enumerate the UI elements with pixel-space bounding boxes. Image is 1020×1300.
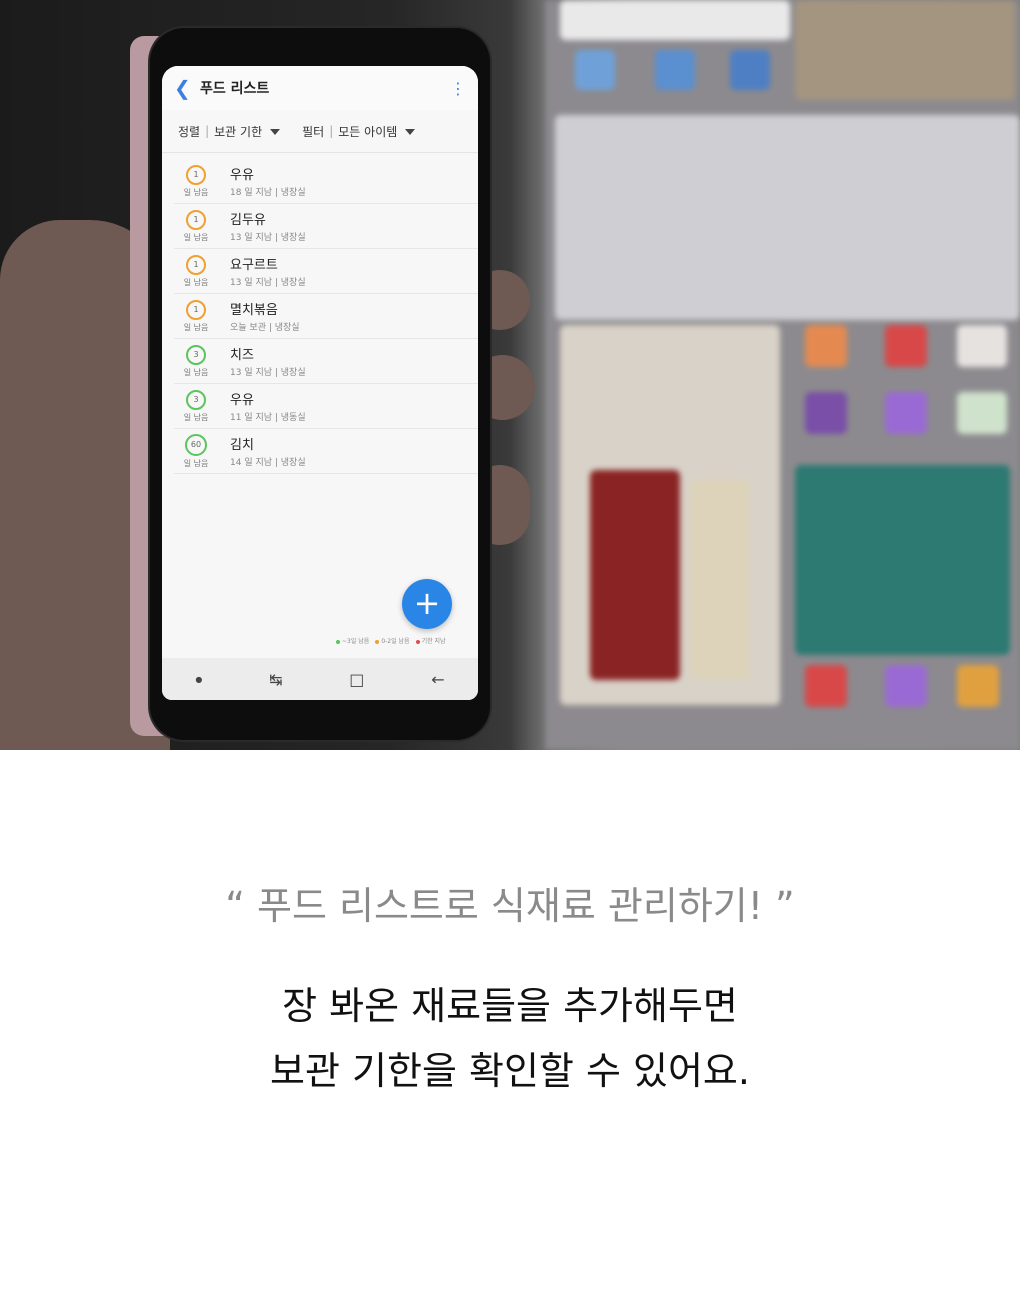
days-badge: 1 일 남음 [174, 209, 218, 243]
sort-label: 정렬 [178, 124, 201, 139]
item-info: 치즈 13 일 지남 | 냉장실 [230, 344, 306, 378]
legend: ~3일 남음 0-2일 남음 기한 지남 [330, 636, 446, 645]
item-info: 우유 11 일 지남 | 냉동실 [230, 389, 306, 423]
list-item[interactable]: 1 일 남음 요구르트 13 일 지남 | 냉장실 [174, 249, 478, 294]
item-name: 김치 [230, 438, 254, 453]
days-ring: 3 [186, 344, 206, 365]
filter-value: 모든 아이템 [338, 124, 398, 139]
more-vertical-icon[interactable]: ⋮ [450, 79, 466, 98]
days-badge: 60 일 남음 [174, 433, 218, 469]
dropdown-arrow-icon [405, 129, 416, 135]
list-item[interactable]: 3 일 남음 치즈 13 일 지남 | 냉장실 [174, 339, 478, 384]
days-ring: 1 [186, 164, 206, 185]
item-name: 치즈 [230, 348, 254, 363]
days-remaining-label: 일 남음 [183, 322, 209, 332]
item-info: 요구르트 13 일 지남 | 냉장실 [230, 254, 306, 288]
legend-label: 기한 지남 [421, 638, 446, 645]
photo: ❮ 푸드 리스트 ⋮ 정렬 | 보관 기한 필터 | 모든 아이템 1일 남음 우… [0, 0, 1020, 750]
item-name: 김두유 [230, 213, 266, 228]
list-item[interactable]: 1 일 남음 김두유 13 일 지남 | 냉장실 [174, 204, 478, 249]
list-item[interactable]: 1 일 남음 멸치볶음오늘 보관 | 냉장실 [174, 294, 478, 339]
list-item[interactable]: 3 일 남음 우유 11 일 지남 | 냉동실 [174, 384, 478, 429]
legend-label: ~3일 남음 [342, 638, 370, 645]
days-remaining-label: 일 남음 [183, 232, 209, 242]
back-arrow-icon[interactable]: ← [431, 670, 444, 689]
item-name: 우유 [230, 168, 254, 183]
item-info: 멸치볶음오늘 보관 | 냉장실 [230, 299, 300, 333]
caption-line-1: 장 봐온 재료들을 추가해두면 [282, 984, 738, 1028]
item-description: 11 일 지남 | 냉동실 [230, 413, 306, 423]
caption-quote: “ 푸드 리스트로 식재료 관리하기! ” [225, 884, 795, 928]
sort-filter-bar: 정렬 | 보관 기한 필터 | 모든 아이템 [162, 110, 478, 153]
legend-dot [415, 639, 420, 644]
days-remaining-label: 일 남음 [183, 187, 209, 197]
days-remaining-label: 일 남음 [183, 277, 209, 287]
days-badge: 1 일 남음 [174, 164, 218, 198]
item-description: 18 일 지남 | 냉장실 [230, 188, 306, 198]
sort-value: 보관 기한 [214, 124, 263, 139]
legend-dot [336, 639, 340, 644]
caption-line-2: 보관 기한을 확인할 수 있어요. [270, 1049, 750, 1093]
days-badge: 3 일 남음 [174, 344, 218, 378]
page-title: 푸드 리스트 [200, 81, 270, 97]
item-name: 요구르트 [230, 258, 278, 273]
caption: “ 푸드 리스트로 식재료 관리하기! ” 장 봐온 재료들을 추가해두면 보관… [0, 750, 1020, 1300]
dropdown-arrow-icon [270, 129, 281, 135]
item-info: 김두유 13 일 지남 | 냉장실 [230, 209, 306, 243]
list-item[interactable]: 1 일 남음 우유 18 일 지남 | 냉장실 [174, 159, 478, 204]
days-badge: 1 일 남음 [174, 299, 218, 333]
item-name: 우유 [230, 393, 254, 408]
item-info: 우유 18 일 지남 | 냉장실 [230, 164, 306, 198]
days-badge: 3 일 남음 [174, 389, 218, 423]
android-nav-bar: ● ↹ □ ← [162, 658, 478, 700]
phone-screen: ❮ 푸드 리스트 ⋮ 정렬 | 보관 기한 필터 | 모든 아이템 1일 남음 우… [162, 66, 478, 700]
chevron-left-icon[interactable]: ❮ [174, 76, 200, 100]
add-item-button[interactable]: + [402, 579, 452, 629]
app-bar: ❮ 푸드 리스트 ⋮ [162, 66, 478, 110]
recent-apps-icon[interactable]: ↹ [269, 670, 282, 689]
home-button-icon[interactable]: □ [349, 670, 364, 689]
divider: | [205, 124, 210, 138]
legend-label: 0-2일 남음 [381, 638, 410, 645]
item-name: 멸치볶음 [230, 303, 278, 318]
days-ring: 1 [186, 299, 206, 320]
list-item[interactable]: 60 일 남음 김치 14 일 지남 | 냉장실 [174, 429, 478, 474]
days-ring: 60 [185, 433, 207, 456]
item-description: 13 일 지남 | 냉장실 [230, 368, 306, 378]
item-info: 김치 14 일 지남 | 냉장실 [230, 434, 306, 468]
divider: | [329, 124, 334, 138]
food-list: 1일 남음 우유 18 일 지남 | 냉장실 1 일 남음 김두유 13 일 지남 | 냉장… [162, 153, 478, 474]
days-ring: 3 [186, 389, 206, 410]
item-description: 13 일 지남 | 냉장실 [230, 233, 306, 243]
legend-dot [375, 639, 380, 644]
days-badge: 1 일 남음 [174, 254, 218, 288]
filter-label: 필터 [302, 124, 325, 139]
tv-background [545, 0, 1020, 750]
days-ring: 1 [186, 254, 206, 275]
plus-icon: + [413, 584, 441, 622]
sort-dropdown[interactable]: 보관 기한 [214, 123, 281, 140]
days-remaining-label: 일 남음 [183, 367, 209, 377]
item-description: 14 일 지남 | 냉장실 [230, 458, 306, 468]
filter-dropdown[interactable]: 모든 아이템 [338, 123, 416, 140]
item-description: 오늘 보관 | 냉장실 [230, 323, 300, 333]
days-ring: 1 [186, 209, 206, 230]
days-remaining-label: 일 남음 [183, 458, 209, 468]
nav-dot-icon: ● [195, 674, 203, 684]
item-description: 13 일 지남 | 냉장실 [230, 278, 306, 288]
days-remaining-label: 일 남음 [183, 412, 209, 422]
